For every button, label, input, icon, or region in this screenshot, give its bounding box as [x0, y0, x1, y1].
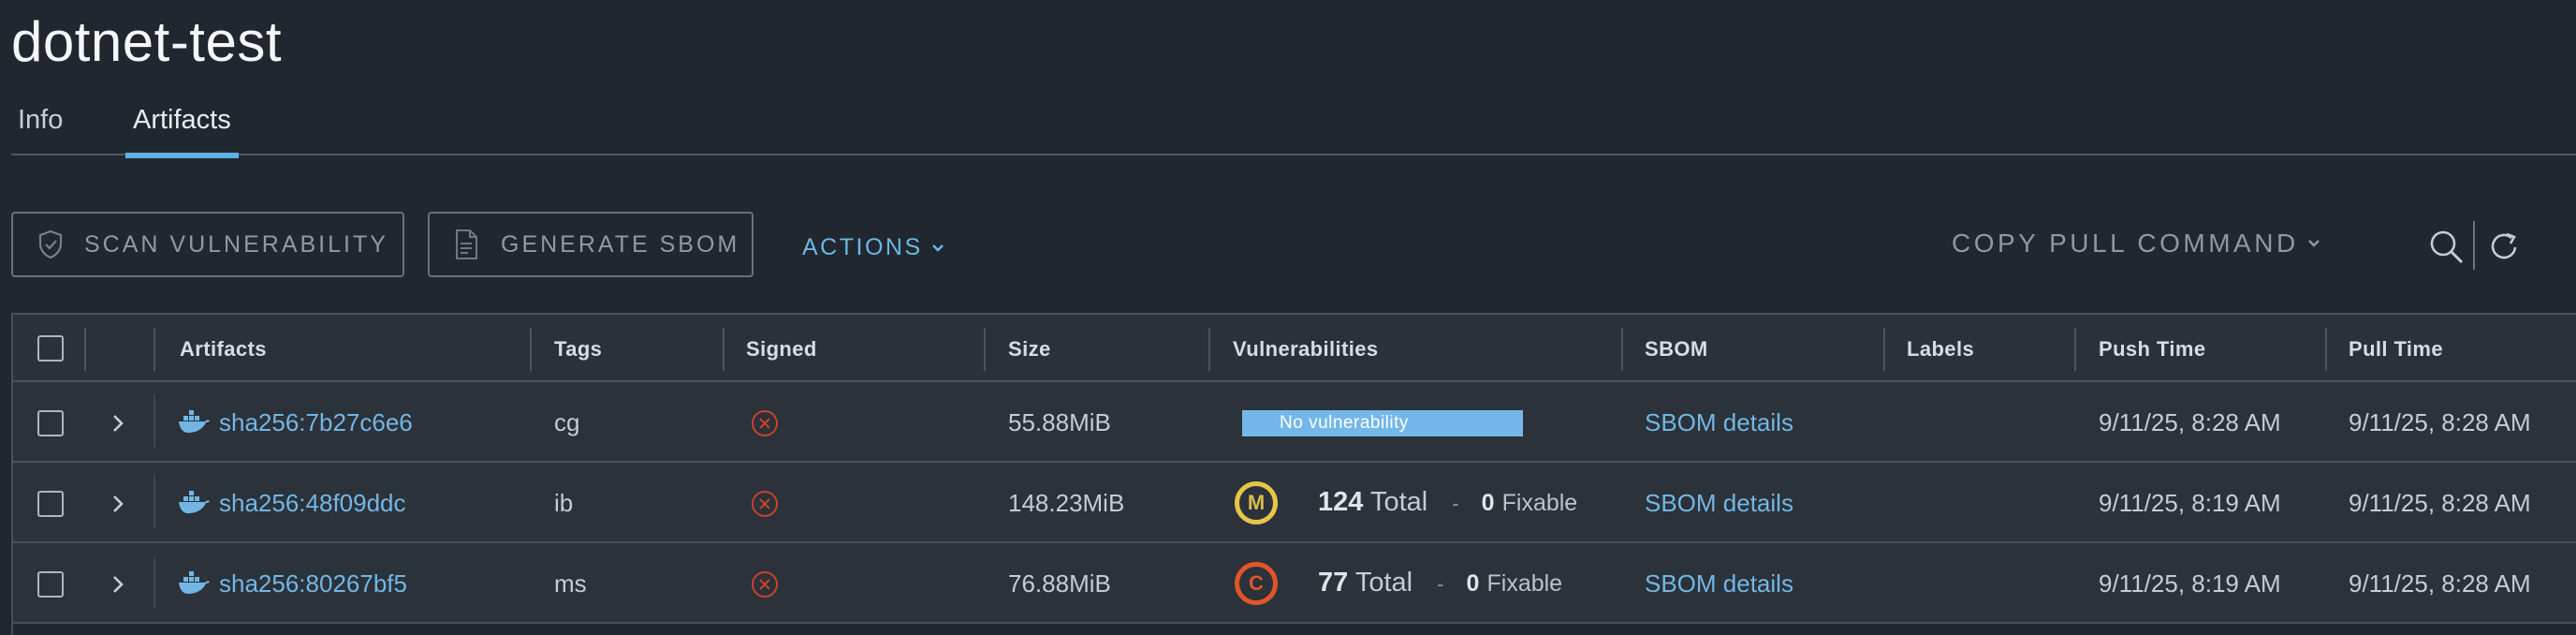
- row-divider: [154, 476, 155, 528]
- search-icon[interactable]: [2428, 229, 2464, 264]
- column-header-sbom[interactable]: SBOM: [1645, 337, 1708, 362]
- artifact-digest-link[interactable]: sha256:48f09ddc: [219, 489, 406, 518]
- docker-whale-icon: [179, 571, 210, 594]
- tag-value: ms: [554, 569, 587, 598]
- tag-value: ib: [554, 489, 574, 517]
- x-circle-icon: [752, 571, 778, 598]
- column-header-tags[interactable]: Tags: [554, 337, 602, 362]
- chevron-right-icon[interactable]: [110, 493, 126, 515]
- size-value: 148.23MiB: [1008, 489, 1125, 517]
- actions-label: ACTIONS: [802, 234, 923, 260]
- refresh-icon[interactable]: [2486, 229, 2522, 264]
- actions-dropdown[interactable]: ACTIONS: [802, 234, 945, 261]
- table-row[interactable]: sha256:80267bf5 ms 76.88MiB C 77 Total -…: [13, 543, 2576, 624]
- column-divider: [2325, 328, 2327, 371]
- column-divider: [1621, 328, 1623, 371]
- pull-time-value: 9/11/25, 8:28 AM: [2349, 408, 2531, 436]
- severity-medium-badge[interactable]: M: [1235, 481, 1278, 524]
- row-divider: [154, 395, 155, 448]
- document-icon: [456, 229, 477, 259]
- x-circle-icon: [752, 491, 778, 517]
- row-select-checkbox[interactable]: [37, 571, 64, 598]
- shield-check-icon: [38, 229, 63, 259]
- column-divider: [723, 328, 724, 371]
- page-title: dotnet-test: [11, 10, 283, 73]
- pull-time-value: 9/11/25, 8:28 AM: [2349, 489, 2531, 517]
- vulnerability-total-label: Total: [1369, 487, 1428, 517]
- artifacts-datagrid: Artifacts Tags Signed Size Vulnerabiliti…: [11, 313, 2576, 635]
- sbom-details-link[interactable]: SBOM details: [1645, 408, 1793, 437]
- column-divider: [984, 328, 986, 371]
- column-header-size[interactable]: Size: [1008, 337, 1051, 362]
- push-time-value: 9/11/25, 8:28 AM: [2099, 408, 2281, 436]
- chevron-down-icon: [931, 244, 944, 252]
- generate-sbom-label: GENERATE SBOM: [501, 230, 740, 258]
- column-divider: [1883, 328, 1885, 371]
- column-divider: [84, 328, 86, 371]
- table-row[interactable]: sha256:7b27c6e6 cg 55.88MiB No vulnerabi…: [13, 382, 2576, 463]
- row-select-checkbox[interactable]: [37, 410, 64, 436]
- vulnerability-summary[interactable]: 77 Total - 0 Fixable: [1318, 568, 1562, 598]
- copy-pull-command-label: COPY PULL COMMAND: [1952, 229, 2299, 258]
- size-value: 76.88MiB: [1008, 569, 1111, 598]
- vulnerability-total-count: 124: [1318, 487, 1364, 517]
- select-all-checkbox[interactable]: [37, 335, 64, 362]
- chevron-right-icon[interactable]: [110, 573, 126, 596]
- docker-whale-icon: [179, 491, 210, 513]
- datagrid-header: Artifacts Tags Signed Size Vulnerabiliti…: [13, 313, 2576, 382]
- copy-pull-command-dropdown[interactable]: COPY PULL COMMAND: [1952, 229, 2321, 258]
- fixable-count: 0: [1481, 490, 1495, 516]
- scan-vulnerability-button[interactable]: SCAN VULNERABILITY: [11, 212, 404, 277]
- tab-info[interactable]: Info: [18, 105, 63, 136]
- column-header-signed[interactable]: Signed: [746, 337, 817, 362]
- docker-whale-icon: [179, 410, 210, 433]
- column-header-labels[interactable]: Labels: [1907, 337, 1974, 362]
- artifact-digest-link[interactable]: sha256:80267bf5: [219, 569, 407, 598]
- column-header-vulnerabilities[interactable]: Vulnerabilities: [1233, 337, 1379, 362]
- no-vulnerability-bar: No vulnerability: [1242, 410, 1523, 436]
- chevron-down-icon: [2307, 240, 2320, 247]
- size-value: 55.88MiB: [1008, 408, 1111, 436]
- column-divider: [154, 328, 155, 371]
- artifact-digest-link[interactable]: sha256:7b27c6e6: [219, 408, 413, 437]
- chevron-right-icon[interactable]: [110, 412, 126, 435]
- row-divider: [154, 556, 155, 609]
- vulnerability-total-label: Total: [1354, 568, 1413, 598]
- column-divider: [1208, 328, 1210, 371]
- sbom-details-link[interactable]: SBOM details: [1645, 489, 1793, 518]
- row-select-checkbox[interactable]: [37, 491, 64, 517]
- fixable-label: Fixable: [1501, 490, 1578, 516]
- severity-critical-badge[interactable]: C: [1235, 562, 1278, 605]
- column-header-artifacts[interactable]: Artifacts: [180, 337, 267, 362]
- column-divider: [2074, 328, 2076, 371]
- vulnerability-separator: -: [1452, 492, 1459, 515]
- sbom-details-link[interactable]: SBOM details: [1645, 569, 1793, 598]
- scan-vulnerability-label: SCAN VULNERABILITY: [84, 230, 388, 258]
- push-time-value: 9/11/25, 8:19 AM: [2099, 569, 2281, 598]
- toolbar-divider: [2473, 221, 2475, 270]
- column-header-push-time[interactable]: Push Time: [2099, 337, 2205, 362]
- tab-artifacts[interactable]: Artifacts: [125, 105, 239, 158]
- fixable-label: Fixable: [1486, 570, 1563, 597]
- tab-bar: Info Artifacts: [11, 105, 2576, 158]
- pull-time-value: 9/11/25, 8:28 AM: [2349, 569, 2531, 598]
- x-circle-icon: [752, 410, 778, 436]
- vulnerability-total-count: 77: [1318, 568, 1349, 598]
- generate-sbom-button[interactable]: GENERATE SBOM: [428, 212, 754, 277]
- vulnerability-summary[interactable]: 124 Total - 0 Fixable: [1318, 487, 1577, 518]
- fixable-count: 0: [1466, 570, 1480, 597]
- table-row[interactable]: sha256:48f09ddc ib 148.23MiB M 124 Total…: [13, 463, 2576, 543]
- column-header-pull-time[interactable]: Pull Time: [2349, 337, 2443, 362]
- vulnerability-separator: -: [1437, 572, 1444, 596]
- push-time-value: 9/11/25, 8:19 AM: [2099, 489, 2281, 517]
- column-divider: [530, 328, 532, 371]
- tag-value: cg: [554, 408, 580, 436]
